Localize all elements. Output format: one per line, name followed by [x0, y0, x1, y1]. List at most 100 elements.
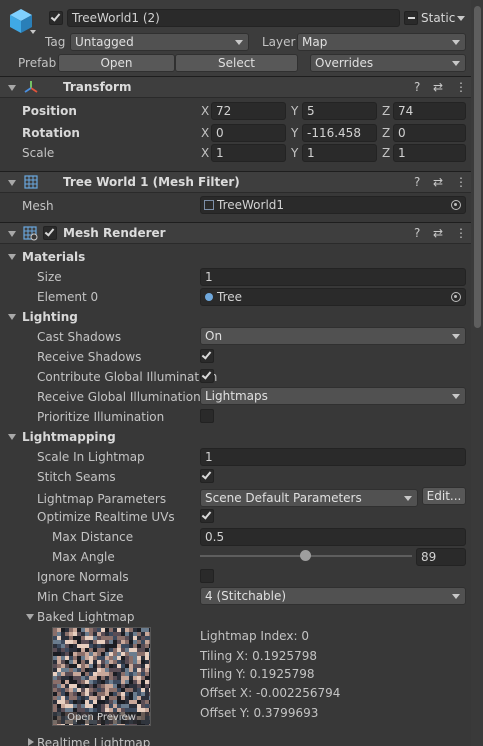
- chevron-down-icon: [452, 394, 460, 399]
- rotation-x-field[interactable]: 0: [211, 124, 286, 142]
- rotation-z-field[interactable]: 0: [393, 124, 466, 142]
- element0-field[interactable]: Tree: [200, 288, 466, 306]
- more-menu-icon[interactable]: ⋮: [455, 226, 467, 240]
- lighting-foldout-arrow-icon[interactable]: [8, 314, 16, 320]
- mesh-renderer-header[interactable]: Mesh Renderer ? ⇄ ⋮: [0, 222, 471, 244]
- baked-foldout-arrow-icon[interactable]: [26, 614, 34, 620]
- lightmapping-section[interactable]: Lightmapping: [22, 429, 116, 445]
- position-x-field[interactable]: 72: [211, 102, 286, 120]
- element0-label: Element 0: [37, 290, 99, 304]
- lightmap-preview[interactable]: Open Preview: [52, 627, 151, 726]
- scale-z-field[interactable]: 1: [393, 144, 466, 162]
- position-z-field[interactable]: 74: [393, 102, 466, 120]
- mesh-value: TreeWorld1: [217, 198, 285, 212]
- tag-label: Tag: [45, 35, 66, 49]
- ignore-normals-checkbox[interactable]: [200, 569, 214, 583]
- realtime-lightmap-label[interactable]: Realtime Lightmap: [37, 735, 150, 746]
- foldout-arrow-icon[interactable]: [8, 180, 16, 186]
- element0-value: Tree: [217, 290, 243, 304]
- overrides-value: Overrides: [315, 56, 374, 70]
- realtime-foldout-arrow-icon[interactable]: [28, 738, 34, 746]
- stitch-seams-checkbox[interactable]: [200, 469, 214, 483]
- position-z-axis: Z: [382, 104, 391, 118]
- max-angle-field[interactable]: 89: [416, 548, 466, 566]
- scale-x-field[interactable]: 1: [211, 144, 286, 162]
- scrollbar-thumb[interactable]: [474, 6, 481, 328]
- active-checkbox[interactable]: [49, 11, 63, 25]
- position-label: Position: [22, 104, 77, 118]
- object-name-field[interactable]: TreeWorld1 (2): [67, 9, 400, 27]
- prefab-open-button[interactable]: Open: [58, 54, 175, 72]
- contribute-gi-checkbox[interactable]: [200, 369, 214, 383]
- scale-y-field[interactable]: 1: [302, 144, 377, 162]
- baked-lightmap-label[interactable]: Baked Lightmap: [37, 609, 135, 625]
- max-angle-label: Max Angle: [52, 550, 115, 564]
- max-angle-slider-thumb[interactable]: [299, 550, 311, 561]
- materials-foldout-arrow-icon[interactable]: [8, 254, 16, 260]
- lightmap-params-dropdown[interactable]: Scene Default Parameters: [200, 489, 418, 507]
- layer-dropdown[interactable]: Map: [297, 33, 466, 51]
- mesh-object-field[interactable]: TreeWorld1: [200, 196, 466, 214]
- object-header: TreeWorld1 (2) Static Tag Untagged Layer…: [0, 0, 471, 76]
- tag-dropdown[interactable]: Untagged: [70, 33, 249, 51]
- min-chart-value: 4 (Stitchable): [205, 589, 287, 603]
- rotation-z-axis: Z: [382, 126, 391, 140]
- presets-icon[interactable]: ⇄: [433, 175, 443, 189]
- mesh-renderer-title: Mesh Renderer: [63, 226, 166, 240]
- icon-dropdown-arrow[interactable]: [30, 30, 36, 34]
- receive-gi-dropdown[interactable]: Lightmaps: [200, 387, 466, 405]
- position-y-field[interactable]: 5: [302, 102, 377, 120]
- max-distance-field[interactable]: 0.5: [200, 528, 466, 546]
- prioritize-checkbox[interactable]: [200, 409, 214, 423]
- edit-button[interactable]: Edit...: [422, 487, 466, 505]
- chevron-down-icon: [452, 334, 460, 339]
- optimize-uvs-label: Optimize Realtime UVs: [37, 510, 175, 524]
- static-checkbox[interactable]: [404, 11, 418, 25]
- contribute-gi-label: Contribute Global Illumination: [37, 370, 218, 384]
- prefab-select-button[interactable]: Select: [175, 54, 298, 72]
- static-dropdown-arrow[interactable]: [457, 16, 465, 21]
- cast-shadows-label: Cast Shadows: [37, 330, 122, 344]
- static-dropdown[interactable]: Static: [421, 10, 455, 26]
- object-picker-icon[interactable]: [451, 292, 461, 302]
- mesh-filter-header[interactable]: Tree World 1 (Mesh Filter) ? ⇄ ⋮: [0, 171, 471, 193]
- offset-x: Offset X: -0.002256794: [200, 686, 341, 700]
- presets-icon[interactable]: ⇄: [433, 80, 443, 94]
- mesh-filter-title: Tree World 1 (Mesh Filter): [63, 175, 240, 189]
- lightmap-texture-image: [53, 628, 150, 725]
- max-distance-label: Max Distance: [52, 530, 134, 544]
- prefab-overrides-dropdown[interactable]: Overrides: [310, 54, 466, 72]
- help-icon[interactable]: ?: [414, 80, 420, 94]
- receive-shadows-checkbox[interactable]: [200, 349, 214, 363]
- cast-shadows-value: On: [205, 329, 223, 343]
- mesh-label: Mesh: [22, 199, 54, 213]
- more-menu-icon[interactable]: ⋮: [455, 175, 467, 189]
- scale-z-axis: Z: [382, 146, 391, 160]
- lighting-section[interactable]: Lighting: [22, 309, 78, 325]
- rotation-x-axis: X: [201, 126, 210, 140]
- rotation-y-field[interactable]: -116.458: [302, 124, 377, 142]
- materials-section[interactable]: Materials: [22, 249, 85, 265]
- foldout-arrow-icon[interactable]: [8, 85, 16, 91]
- size-field[interactable]: 1: [200, 268, 466, 286]
- scale-lightmap-field[interactable]: 1: [200, 448, 466, 466]
- tag-value: Untagged: [75, 35, 134, 49]
- cast-shadows-dropdown[interactable]: On: [200, 327, 466, 345]
- scale-x-axis: X: [201, 146, 210, 160]
- more-menu-icon[interactable]: ⋮: [455, 80, 467, 94]
- mesh-renderer-icon: [23, 226, 38, 241]
- foldout-arrow-icon[interactable]: [8, 231, 16, 237]
- presets-icon[interactable]: ⇄: [433, 226, 443, 240]
- help-icon[interactable]: ?: [414, 175, 420, 189]
- mesh-renderer-enabled-checkbox[interactable]: [43, 226, 57, 240]
- scale-label: Scale: [22, 146, 55, 160]
- stitch-seams-label: Stitch Seams: [37, 470, 116, 484]
- optimize-uvs-checkbox[interactable]: [200, 509, 214, 523]
- lightmapping-foldout-arrow-icon[interactable]: [8, 434, 16, 440]
- help-icon[interactable]: ?: [414, 226, 420, 240]
- transform-header[interactable]: Transform ? ⇄ ⋮: [0, 76, 471, 98]
- object-picker-icon[interactable]: [451, 200, 461, 210]
- min-chart-dropdown[interactable]: 4 (Stitchable): [200, 587, 466, 605]
- rotation-label: Rotation: [22, 126, 80, 140]
- material-icon: [205, 293, 213, 301]
